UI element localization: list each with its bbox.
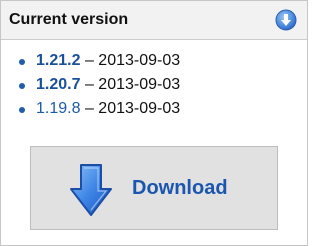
- bullet-icon: [19, 83, 25, 89]
- download-button[interactable]: Download: [30, 146, 278, 230]
- version-item: 1.20.7 – 2013-09-03: [19, 73, 180, 97]
- version-date: 2013-09-03: [98, 76, 181, 93]
- version-date: 2013-09-03: [98, 52, 181, 69]
- version-link[interactable]: 1.20.7: [36, 76, 80, 93]
- download-arrow-icon: [70, 164, 112, 216]
- download-label: Download: [132, 177, 228, 199]
- version-item: 1.21.2 – 2013-09-03: [19, 49, 180, 73]
- version-separator: –: [84, 52, 94, 69]
- current-version-panel: Current version 1.21.2 – 2013-09-03 1.20…: [0, 0, 308, 246]
- version-link[interactable]: 1.21.2: [36, 52, 80, 69]
- version-link[interactable]: 1.19.8: [36, 100, 80, 117]
- version-separator: –: [84, 100, 94, 117]
- bullet-icon: [19, 59, 25, 65]
- bullet-icon: [19, 107, 25, 113]
- panel-header: Current version: [1, 1, 307, 40]
- panel-title: Current version: [9, 11, 129, 28]
- version-list: 1.21.2 – 2013-09-03 1.20.7 – 2013-09-03 …: [19, 49, 180, 121]
- version-item: 1.19.8 – 2013-09-03: [19, 97, 180, 121]
- version-date: 2013-09-03: [98, 100, 181, 117]
- version-separator: –: [84, 76, 94, 93]
- circle-arrow-down-icon[interactable]: [275, 9, 297, 31]
